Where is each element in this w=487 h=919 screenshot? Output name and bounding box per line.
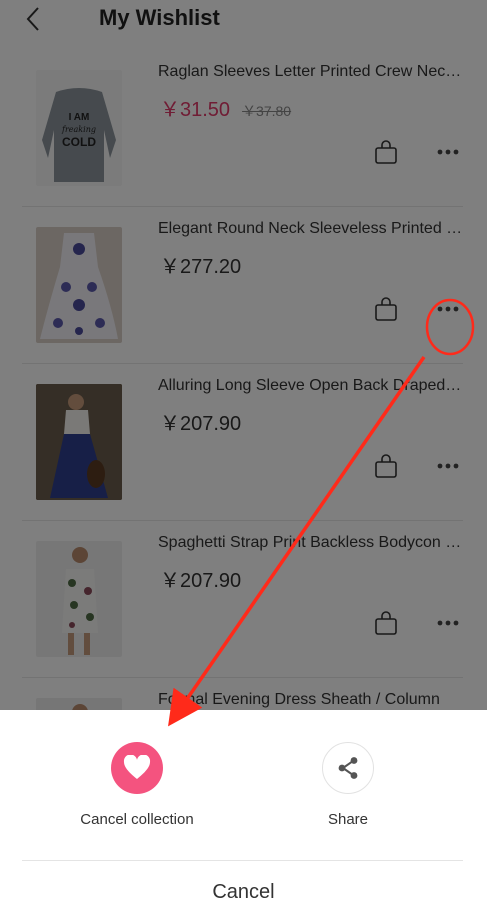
share-button[interactable]: Share bbox=[268, 742, 428, 828]
cancel-collection-label: Cancel collection bbox=[80, 811, 194, 828]
action-sheet: Cancel collection Share Cancel bbox=[0, 710, 487, 919]
divider bbox=[22, 860, 463, 861]
cancel-collection-button[interactable]: Cancel collection bbox=[57, 742, 217, 828]
share-icon[interactable] bbox=[322, 742, 374, 794]
heart-icon[interactable] bbox=[111, 742, 163, 794]
cancel-button[interactable]: Cancel bbox=[0, 870, 487, 914]
share-label: Share bbox=[327, 811, 369, 828]
